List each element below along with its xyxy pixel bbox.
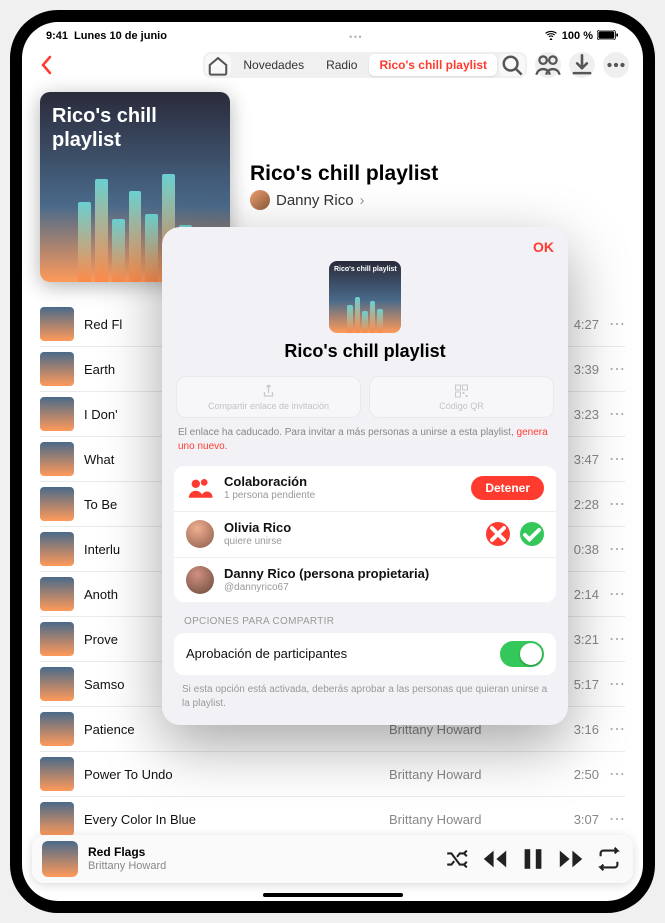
track-more-icon[interactable]: ⋯ <box>609 584 625 604</box>
np-cover <box>42 841 78 877</box>
screen: 9:41 Lunes 10 de junio ⋯ 100 % Novedades… <box>22 22 643 901</box>
track-more-icon[interactable]: ⋯ <box>609 404 625 424</box>
link-expired-msg: El enlace ha caducado. Para invitar a má… <box>162 418 568 466</box>
shuffle-icon[interactable] <box>443 845 471 873</box>
track-more-icon[interactable]: ⋯ <box>609 314 625 334</box>
reject-button[interactable] <box>486 522 510 546</box>
track-art <box>40 532 74 566</box>
status-time: 9:41 <box>46 30 68 42</box>
more-icon[interactable] <box>603 52 629 78</box>
track-title: Power To Undo <box>84 767 379 782</box>
track-row[interactable]: Power To Undo Brittany Howard 2:50 ⋯ <box>40 752 625 797</box>
tab-radio[interactable]: Radio <box>316 54 367 76</box>
track-art <box>40 442 74 476</box>
modal-title: Rico's chill playlist <box>162 341 568 362</box>
grabber-icon[interactable]: ⋯ <box>348 28 362 45</box>
track-more-icon[interactable]: ⋯ <box>609 674 625 694</box>
tab-playlist[interactable]: Rico's chill playlist <box>369 54 497 76</box>
track-art <box>40 397 74 431</box>
track-more-icon[interactable]: ⋯ <box>609 629 625 649</box>
next-icon[interactable] <box>557 845 585 873</box>
nav-bar: Novedades Radio Rico's chill playlist <box>22 46 643 84</box>
repeat-icon[interactable] <box>595 845 623 873</box>
qr-icon <box>376 383 547 399</box>
battery-icon <box>597 30 619 43</box>
approval-footnote: Si esta opción está activada, deberás ap… <box>162 675 568 715</box>
avatar <box>250 190 270 210</box>
avatar <box>186 566 214 594</box>
track-art <box>40 712 74 746</box>
wifi-icon <box>544 30 558 43</box>
track-more-icon[interactable]: ⋯ <box>609 449 625 469</box>
download-icon[interactable] <box>569 52 595 78</box>
shareplay-icon[interactable] <box>535 52 561 78</box>
prev-icon[interactable] <box>481 845 509 873</box>
collab-modal: OK Rico's chill playlist Rico's chill pl… <box>162 227 568 725</box>
home-icon[interactable] <box>205 54 231 76</box>
track-art <box>40 577 74 611</box>
battery-pct: 100 % <box>562 30 593 42</box>
track-art <box>40 307 74 341</box>
track-more-icon[interactable]: ⋯ <box>609 539 625 559</box>
track-artist: Brittany Howard <box>389 767 549 782</box>
track-title: Every Color In Blue <box>84 812 379 827</box>
share-icon <box>183 383 354 399</box>
approval-toggle[interactable] <box>500 641 544 667</box>
approval-row: Aprobación de participantes <box>174 633 556 675</box>
track-artist: Brittany Howard <box>389 812 549 827</box>
track-duration: 3:07 <box>559 812 599 827</box>
status-date: Lunes 10 de junio <box>74 30 167 42</box>
track-art <box>40 622 74 656</box>
share-invite-button[interactable]: Compartir enlace de invitación <box>176 376 361 418</box>
track-art <box>40 757 74 791</box>
owner-row: Danny Rico (persona propietaria) @dannyr… <box>174 558 556 603</box>
track-art <box>40 352 74 386</box>
track-art <box>40 802 74 836</box>
stop-button[interactable]: Detener <box>471 476 544 500</box>
people-icon <box>186 474 214 502</box>
track-more-icon[interactable]: ⋯ <box>609 809 625 829</box>
author-name: Danny Rico <box>276 192 354 209</box>
nav-segmented: Novedades Radio Rico's chill playlist <box>203 52 527 78</box>
track-art <box>40 487 74 521</box>
page-title: Rico's chill playlist <box>250 162 625 186</box>
search-icon[interactable] <box>499 54 525 76</box>
ipad-frame: 9:41 Lunes 10 de junio ⋯ 100 % Novedades… <box>10 10 655 913</box>
track-duration: 2:50 <box>559 767 599 782</box>
np-artist: Brittany Howard <box>88 860 433 873</box>
qr-code-button[interactable]: Código QR <box>369 376 554 418</box>
approve-button[interactable] <box>520 522 544 546</box>
pending-user-row: Olivia Rico quiere unirse <box>174 512 556 558</box>
avatar <box>186 520 214 548</box>
tab-novedades[interactable]: Novedades <box>233 54 314 76</box>
chevron-right-icon: › <box>360 192 365 209</box>
track-more-icon[interactable]: ⋯ <box>609 359 625 379</box>
status-bar: 9:41 Lunes 10 de junio ⋯ 100 % <box>22 22 643 46</box>
np-title: Red Flags <box>88 845 433 859</box>
track-more-icon[interactable]: ⋯ <box>609 764 625 784</box>
track-art <box>40 667 74 701</box>
home-indicator[interactable] <box>263 893 403 897</box>
track-more-icon[interactable]: ⋯ <box>609 494 625 514</box>
back-button[interactable] <box>36 55 56 75</box>
modal-cover: Rico's chill playlist <box>329 261 401 333</box>
track-more-icon[interactable]: ⋯ <box>609 719 625 739</box>
collab-header-row: Colaboración 1 persona pendiente Detener <box>174 466 556 512</box>
now-playing-bar[interactable]: Red Flags Brittany Howard <box>32 835 633 883</box>
track-duration: 3:16 <box>559 722 599 737</box>
author-link[interactable]: Danny Rico › <box>250 190 625 210</box>
pause-icon[interactable] <box>519 845 547 873</box>
ok-button[interactable]: OK <box>533 239 554 255</box>
cover-title: Rico's chill playlist <box>52 104 230 152</box>
collaborators-card: Colaboración 1 persona pendiente Detener… <box>174 466 556 602</box>
share-options-label: Opciones para compartir <box>162 602 568 633</box>
